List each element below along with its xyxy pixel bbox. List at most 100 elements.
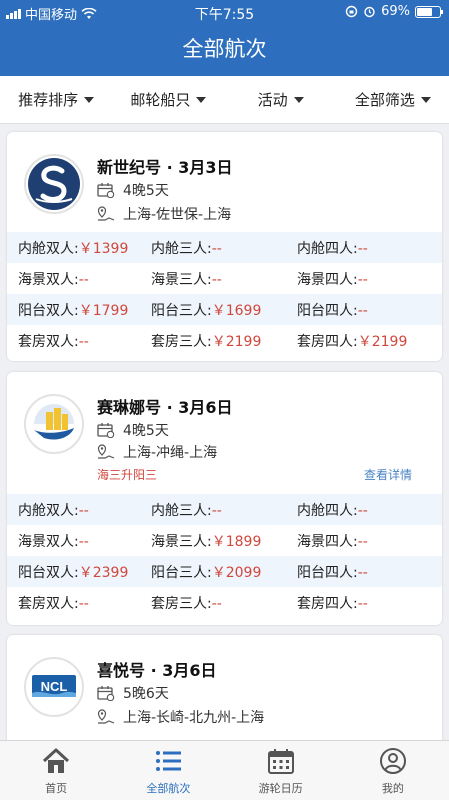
price-row: 海景双人:-- 海景三人:￥1899 海景四人:--	[7, 525, 442, 556]
price-value: --	[357, 240, 368, 257]
price-row: 阳台双人:￥1799 阳台三人:￥1699 阳台四人:--	[7, 294, 442, 325]
price-cell: 套房三人:--	[151, 593, 297, 613]
price-label: 内舱双人:	[18, 502, 79, 519]
cruise-card[interactable]: NCL 喜悦号 · 3月6日 5晚6天 上海-长崎-北九州-上海	[7, 635, 442, 740]
celestyal-logo	[24, 154, 84, 214]
price-label: 海景四人:	[297, 533, 358, 550]
list-icon	[156, 751, 182, 771]
price-value: --	[357, 502, 368, 519]
price-cell: 阳台三人:￥1699	[151, 300, 297, 320]
filter-activity-label: 活动	[257, 91, 288, 109]
rotation-lock-icon	[345, 5, 358, 18]
price-value: ￥2399	[78, 564, 129, 581]
price-row: 内舱双人:-- 内舱三人:-- 内舱四人:--	[7, 494, 442, 525]
tab-all-voyages-label: 全部航次	[146, 782, 191, 795]
duration-line: 4晚5天	[97, 180, 169, 200]
ship-name: 喜悦号 · 3月6日	[97, 661, 217, 680]
tab-all-voyages[interactable]: 全部航次	[112, 741, 224, 800]
filter-ship-label: 邮轮船只	[130, 91, 191, 109]
price-value: --	[211, 271, 222, 288]
view-details-link[interactable]: 查看详情	[364, 466, 412, 483]
duration-line: 4晚5天	[97, 420, 169, 440]
filter-ship[interactable]: 邮轮船只	[112, 76, 224, 123]
price-label: 阳台双人:	[18, 302, 79, 319]
price-label: 内舱四人:	[297, 240, 358, 257]
price-label: 内舱三人:	[151, 502, 212, 519]
price-row: 阳台双人:￥2399 阳台三人:￥2099 阳台四人:--	[7, 556, 442, 587]
price-label: 海景三人:	[151, 533, 212, 550]
price-value: --	[211, 595, 222, 612]
price-cell: 内舱三人:--	[151, 238, 297, 258]
bottom-tab-bar: 首页 全部航次 游轮日历 我的	[0, 740, 449, 800]
price-label: 套房四人:	[297, 333, 358, 350]
price-cell: 海景四人:--	[297, 531, 442, 551]
filter-all[interactable]: 全部筛选	[337, 76, 449, 123]
price-row: 套房双人:-- 套房三人:￥2199 套房四人:￥2199	[7, 325, 442, 356]
ship-logo-icon	[28, 158, 80, 210]
price-label: 内舱四人:	[297, 502, 358, 519]
route-text: 上海-长崎-北九州-上海	[123, 710, 265, 726]
route-line: 上海-长崎-北九州-上海	[97, 707, 264, 727]
filter-sort[interactable]: 推荐排序	[0, 76, 112, 123]
promo-tag: 海三升阳三	[97, 468, 158, 482]
cruise-card[interactable]: 新世纪号 · 3月3日 4晚5天 上海-佐世保-上海 内舱双人:￥1399 内舱…	[7, 132, 442, 361]
price-label: 套房双人:	[18, 595, 79, 612]
price-label: 海景双人:	[18, 271, 79, 288]
price-value: --	[78, 502, 89, 519]
price-label: 内舱三人:	[151, 240, 212, 257]
tab-cruise-calendar[interactable]: 游轮日历	[225, 741, 337, 800]
cruise-card[interactable]: 赛琳娜号 · 3月6日 4晚5天 上海-冲绳-上海 海三升阳三 查看详情 内舱双…	[7, 372, 442, 625]
price-label: 阳台三人:	[151, 564, 212, 581]
filter-bar: 推荐排序 邮轮船只 活动 全部筛选	[0, 76, 449, 124]
price-value: ￥1399	[78, 240, 129, 257]
location-pin-icon	[97, 444, 115, 459]
price-label: 套房三人:	[151, 333, 212, 350]
price-label: 套房三人:	[151, 595, 212, 612]
price-value: --	[357, 271, 368, 288]
price-cell: 海景三人:--	[151, 269, 297, 289]
price-label: 套房四人:	[297, 595, 358, 612]
battery-percent: 69%	[381, 4, 410, 19]
location-pin-icon	[97, 206, 115, 221]
chevron-down-icon	[84, 96, 95, 103]
price-label: 海景四人:	[297, 271, 358, 288]
price-label: 内舱双人:	[18, 240, 79, 257]
tab-home[interactable]: 首页	[0, 741, 112, 800]
price-label: 海景三人:	[151, 271, 212, 288]
price-label: 阳台四人:	[297, 564, 358, 581]
price-cell: 海景双人:--	[7, 269, 151, 289]
price-cell: 阳台四人:--	[297, 562, 442, 582]
calendar-icon	[97, 423, 115, 438]
tab-home-label: 首页	[45, 782, 68, 795]
route-text: 上海-冲绳-上海	[123, 445, 218, 461]
cruise-list: 新世纪号 · 3月3日 4晚5天 上海-佐世保-上海 内舱双人:￥1399 内舱…	[0, 124, 449, 740]
calendar-icon	[97, 686, 115, 701]
price-value: --	[211, 240, 222, 257]
price-value: ￥2099	[211, 564, 262, 581]
price-value: ￥1899	[211, 533, 262, 550]
chevron-down-icon	[196, 96, 207, 103]
duration-line: 5晚6天	[97, 683, 169, 703]
tab-mine-label: 我的	[381, 782, 404, 795]
page-title: 全部航次	[0, 24, 449, 76]
price-row: 海景双人:-- 海景三人:-- 海景四人:--	[7, 263, 442, 294]
price-value: --	[357, 533, 368, 550]
price-row: 套房双人: -- 套房三人:-- 套房四人:--	[7, 587, 442, 618]
route-line: 上海-佐世保-上海	[97, 204, 231, 224]
calendar-icon	[97, 183, 115, 198]
tab-mine[interactable]: 我的	[337, 741, 449, 800]
price-cell: 阳台双人:￥2399	[7, 562, 151, 582]
filter-activity[interactable]: 活动	[225, 76, 337, 123]
price-row: 内舱双人:￥1399 内舱三人:-- 内舱四人:--	[7, 232, 442, 263]
duration-text: 4晚5天	[123, 423, 169, 439]
price-value: --	[78, 533, 89, 550]
price-cell: 套房四人:--	[297, 593, 442, 613]
price-cell: 内舱双人:--	[7, 500, 151, 520]
ncl-logo-text: NCL	[41, 679, 68, 694]
price-value: --	[78, 333, 89, 350]
price-cell: 阳台双人:￥1799	[7, 300, 151, 320]
home-icon	[43, 748, 70, 773]
price-grid: 内舱双人:￥1399 内舱三人:-- 内舱四人:-- 海景双人:-- 海景三人:…	[7, 232, 442, 356]
duration-text: 4晚5天	[123, 183, 169, 199]
duration-text: 5晚6天	[123, 686, 169, 702]
